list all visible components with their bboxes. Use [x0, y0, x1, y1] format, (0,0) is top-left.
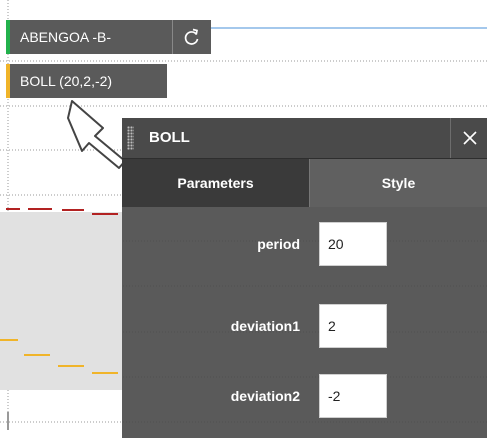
indicator-settings-panel: BOLL Parameters Style period deviation1 …	[122, 118, 487, 438]
indicator-label: BOLL (20,2,-2)	[20, 73, 113, 89]
param-row-period: period	[122, 222, 487, 266]
band-fill	[0, 212, 122, 390]
close-icon	[462, 131, 477, 145]
arrow-pointer-icon	[67, 100, 126, 169]
panel-title: BOLL	[149, 129, 190, 146]
refresh-button[interactable]	[172, 20, 211, 54]
panel-header[interactable]: BOLL	[122, 118, 487, 159]
symbol-label: ABENGOA -B-	[20, 29, 112, 45]
indicator-legend-tag[interactable]: BOLL (20,2,-2)	[6, 64, 167, 98]
period-input[interactable]	[319, 222, 387, 266]
symbol-legend-tag[interactable]: ABENGOA -B-	[6, 20, 174, 54]
deviation2-input[interactable]	[319, 374, 387, 418]
deviation1-label: deviation1	[230, 318, 300, 334]
deviation2-label: deviation2	[230, 388, 300, 404]
param-row-deviation1: deviation1	[122, 304, 487, 348]
close-button[interactable]	[450, 118, 487, 158]
period-label: period	[257, 236, 300, 252]
tab-style[interactable]: Style	[309, 159, 487, 207]
param-row-deviation2: deviation2	[122, 374, 487, 418]
deviation1-input[interactable]	[319, 304, 387, 348]
panel-tabs: Parameters Style	[122, 159, 487, 207]
refresh-icon	[184, 28, 199, 45]
drag-handle-icon[interactable]	[127, 126, 134, 150]
tab-parameters[interactable]: Parameters	[122, 159, 309, 207]
